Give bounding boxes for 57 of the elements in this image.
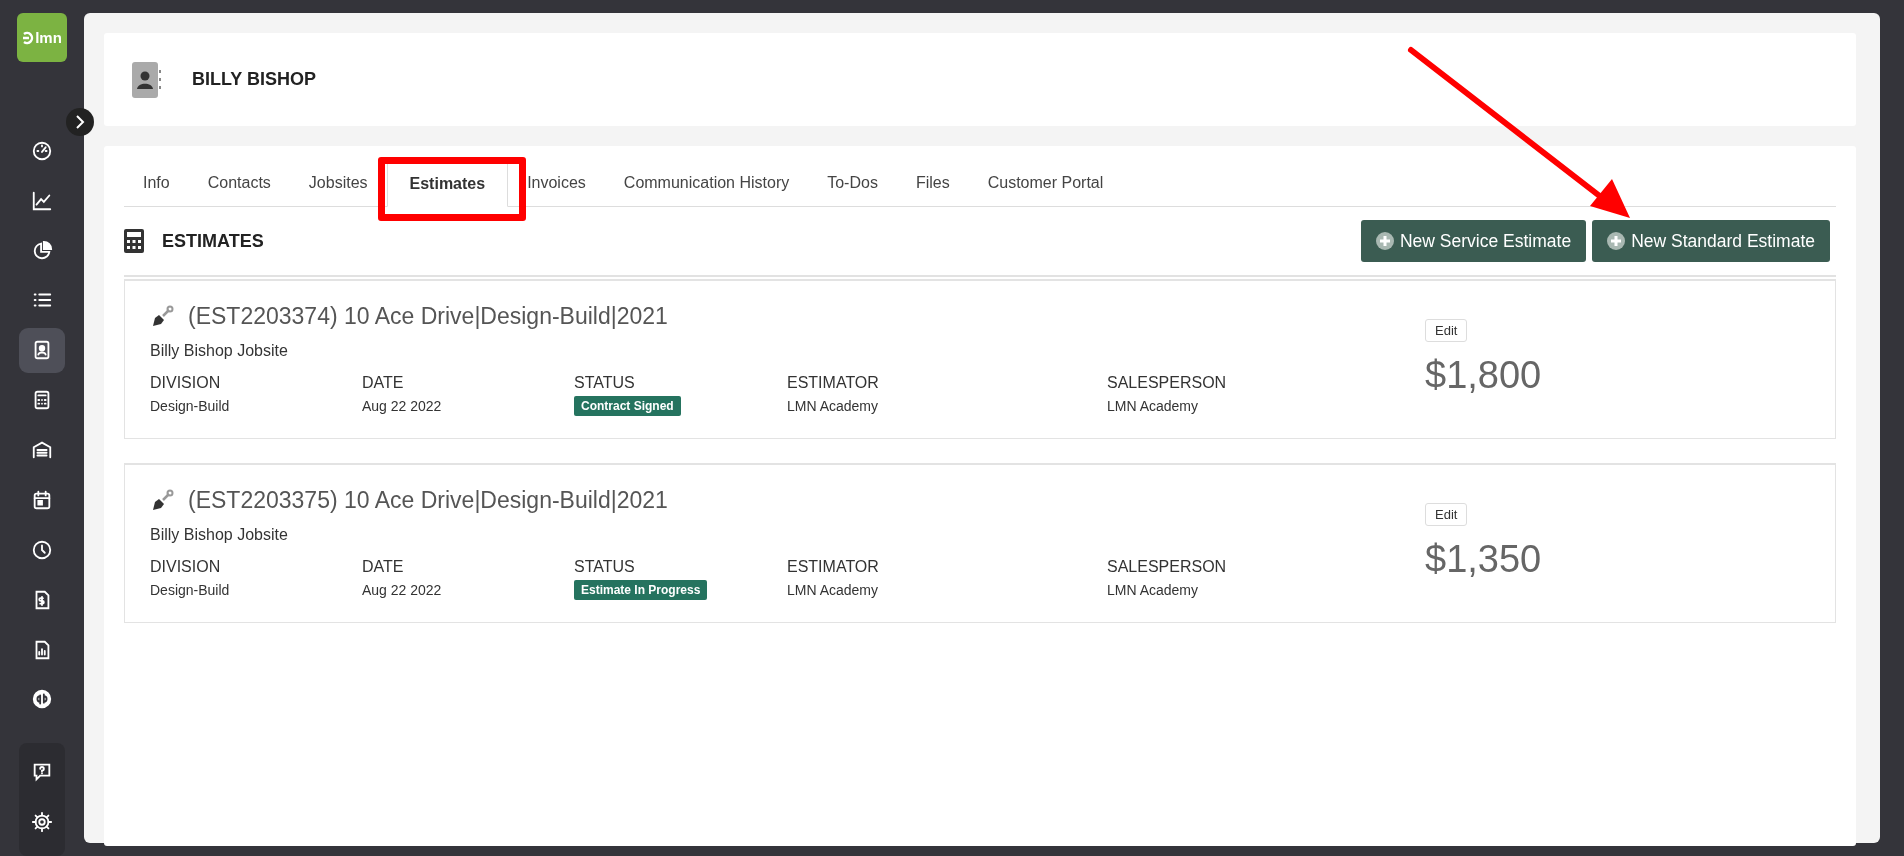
estimate-title[interactable]: (EST2203374) 10 Ace Drive|Design-Build|2021 bbox=[188, 303, 668, 330]
field-label: STATUS bbox=[574, 374, 636, 392]
settings-icon bbox=[31, 811, 53, 834]
field-label: SALESPERSON bbox=[1107, 558, 1228, 576]
status-badge: Contract Signed bbox=[574, 396, 681, 416]
pie-chart-icon bbox=[31, 239, 53, 262]
tab[interactable]: Files bbox=[896, 160, 969, 206]
field-label: ESTIMATOR bbox=[787, 374, 880, 392]
expand-chevron-button[interactable] bbox=[66, 108, 94, 136]
field-label: DATE bbox=[362, 374, 405, 392]
field-label: DIVISION bbox=[150, 558, 222, 576]
field-label: STATUS bbox=[574, 558, 636, 576]
plus-circle-icon bbox=[1607, 232, 1626, 250]
field-label: DATE bbox=[362, 558, 405, 576]
plus-circle-icon bbox=[1376, 232, 1394, 250]
field-value: Design-Build bbox=[150, 582, 231, 598]
shovel-icon bbox=[150, 488, 174, 513]
field-label: DIVISION bbox=[150, 374, 222, 392]
shovel-icon bbox=[150, 304, 174, 329]
tab[interactable]: Communication History bbox=[604, 160, 809, 206]
tab[interactable]: Invoices bbox=[508, 160, 605, 206]
gauge-icon bbox=[31, 139, 53, 162]
field-label: ESTIMATOR bbox=[787, 558, 880, 576]
field-value: Aug 22 2022 bbox=[362, 582, 443, 598]
section-title: ESTIMATES bbox=[162, 230, 264, 252]
calculator-icon bbox=[124, 229, 144, 253]
edit-button[interactable]: Edit bbox=[1425, 319, 1468, 342]
field-value: LMN Academy bbox=[1107, 582, 1200, 598]
contact-book-icon bbox=[132, 61, 162, 98]
qb-circle-icon bbox=[31, 688, 53, 711]
clock-icon bbox=[31, 538, 53, 561]
tab[interactable]: Contacts bbox=[188, 160, 290, 206]
edit-button[interactable]: Edit bbox=[1425, 503, 1468, 526]
calendar-icon bbox=[31, 489, 53, 511]
tab[interactable]: Customer Portal bbox=[968, 160, 1123, 206]
logo-arrow-icon bbox=[22, 30, 35, 45]
chevron-right-icon bbox=[74, 115, 86, 129]
jobsite-name: Billy Bishop Jobsite bbox=[150, 526, 289, 544]
estimate-amount: $1,350 bbox=[1425, 538, 1543, 581]
estimate-amount: $1,800 bbox=[1425, 354, 1543, 397]
customer-name: BILLY BISHOP bbox=[192, 69, 317, 90]
field-value: LMN Academy bbox=[787, 398, 880, 414]
tab[interactable]: Jobsites bbox=[289, 160, 387, 206]
field-value: LMN Academy bbox=[787, 582, 880, 598]
jobsite-name: Billy Bishop Jobsite bbox=[150, 342, 289, 360]
status-badge: Estimate In Progress bbox=[574, 580, 708, 600]
sidebar-item[interactable] bbox=[19, 327, 65, 373]
tab[interactable]: Info bbox=[124, 160, 189, 206]
field-label: SALESPERSON bbox=[1107, 374, 1228, 392]
new-estimate-button[interactable]: New Service Estimate bbox=[1361, 220, 1587, 262]
field-value: Design-Build bbox=[150, 398, 231, 414]
tab[interactable]: To-Dos bbox=[808, 160, 897, 206]
field-value: Aug 22 2022 bbox=[362, 398, 443, 414]
estimate-title[interactable]: (EST2203375) 10 Ace Drive|Design-Build|2021 bbox=[188, 487, 668, 514]
new-estimate-button[interactable]: New Standard Estimate bbox=[1592, 220, 1830, 262]
line-chart-icon bbox=[31, 189, 53, 212]
field-value: LMN Academy bbox=[1107, 398, 1200, 414]
